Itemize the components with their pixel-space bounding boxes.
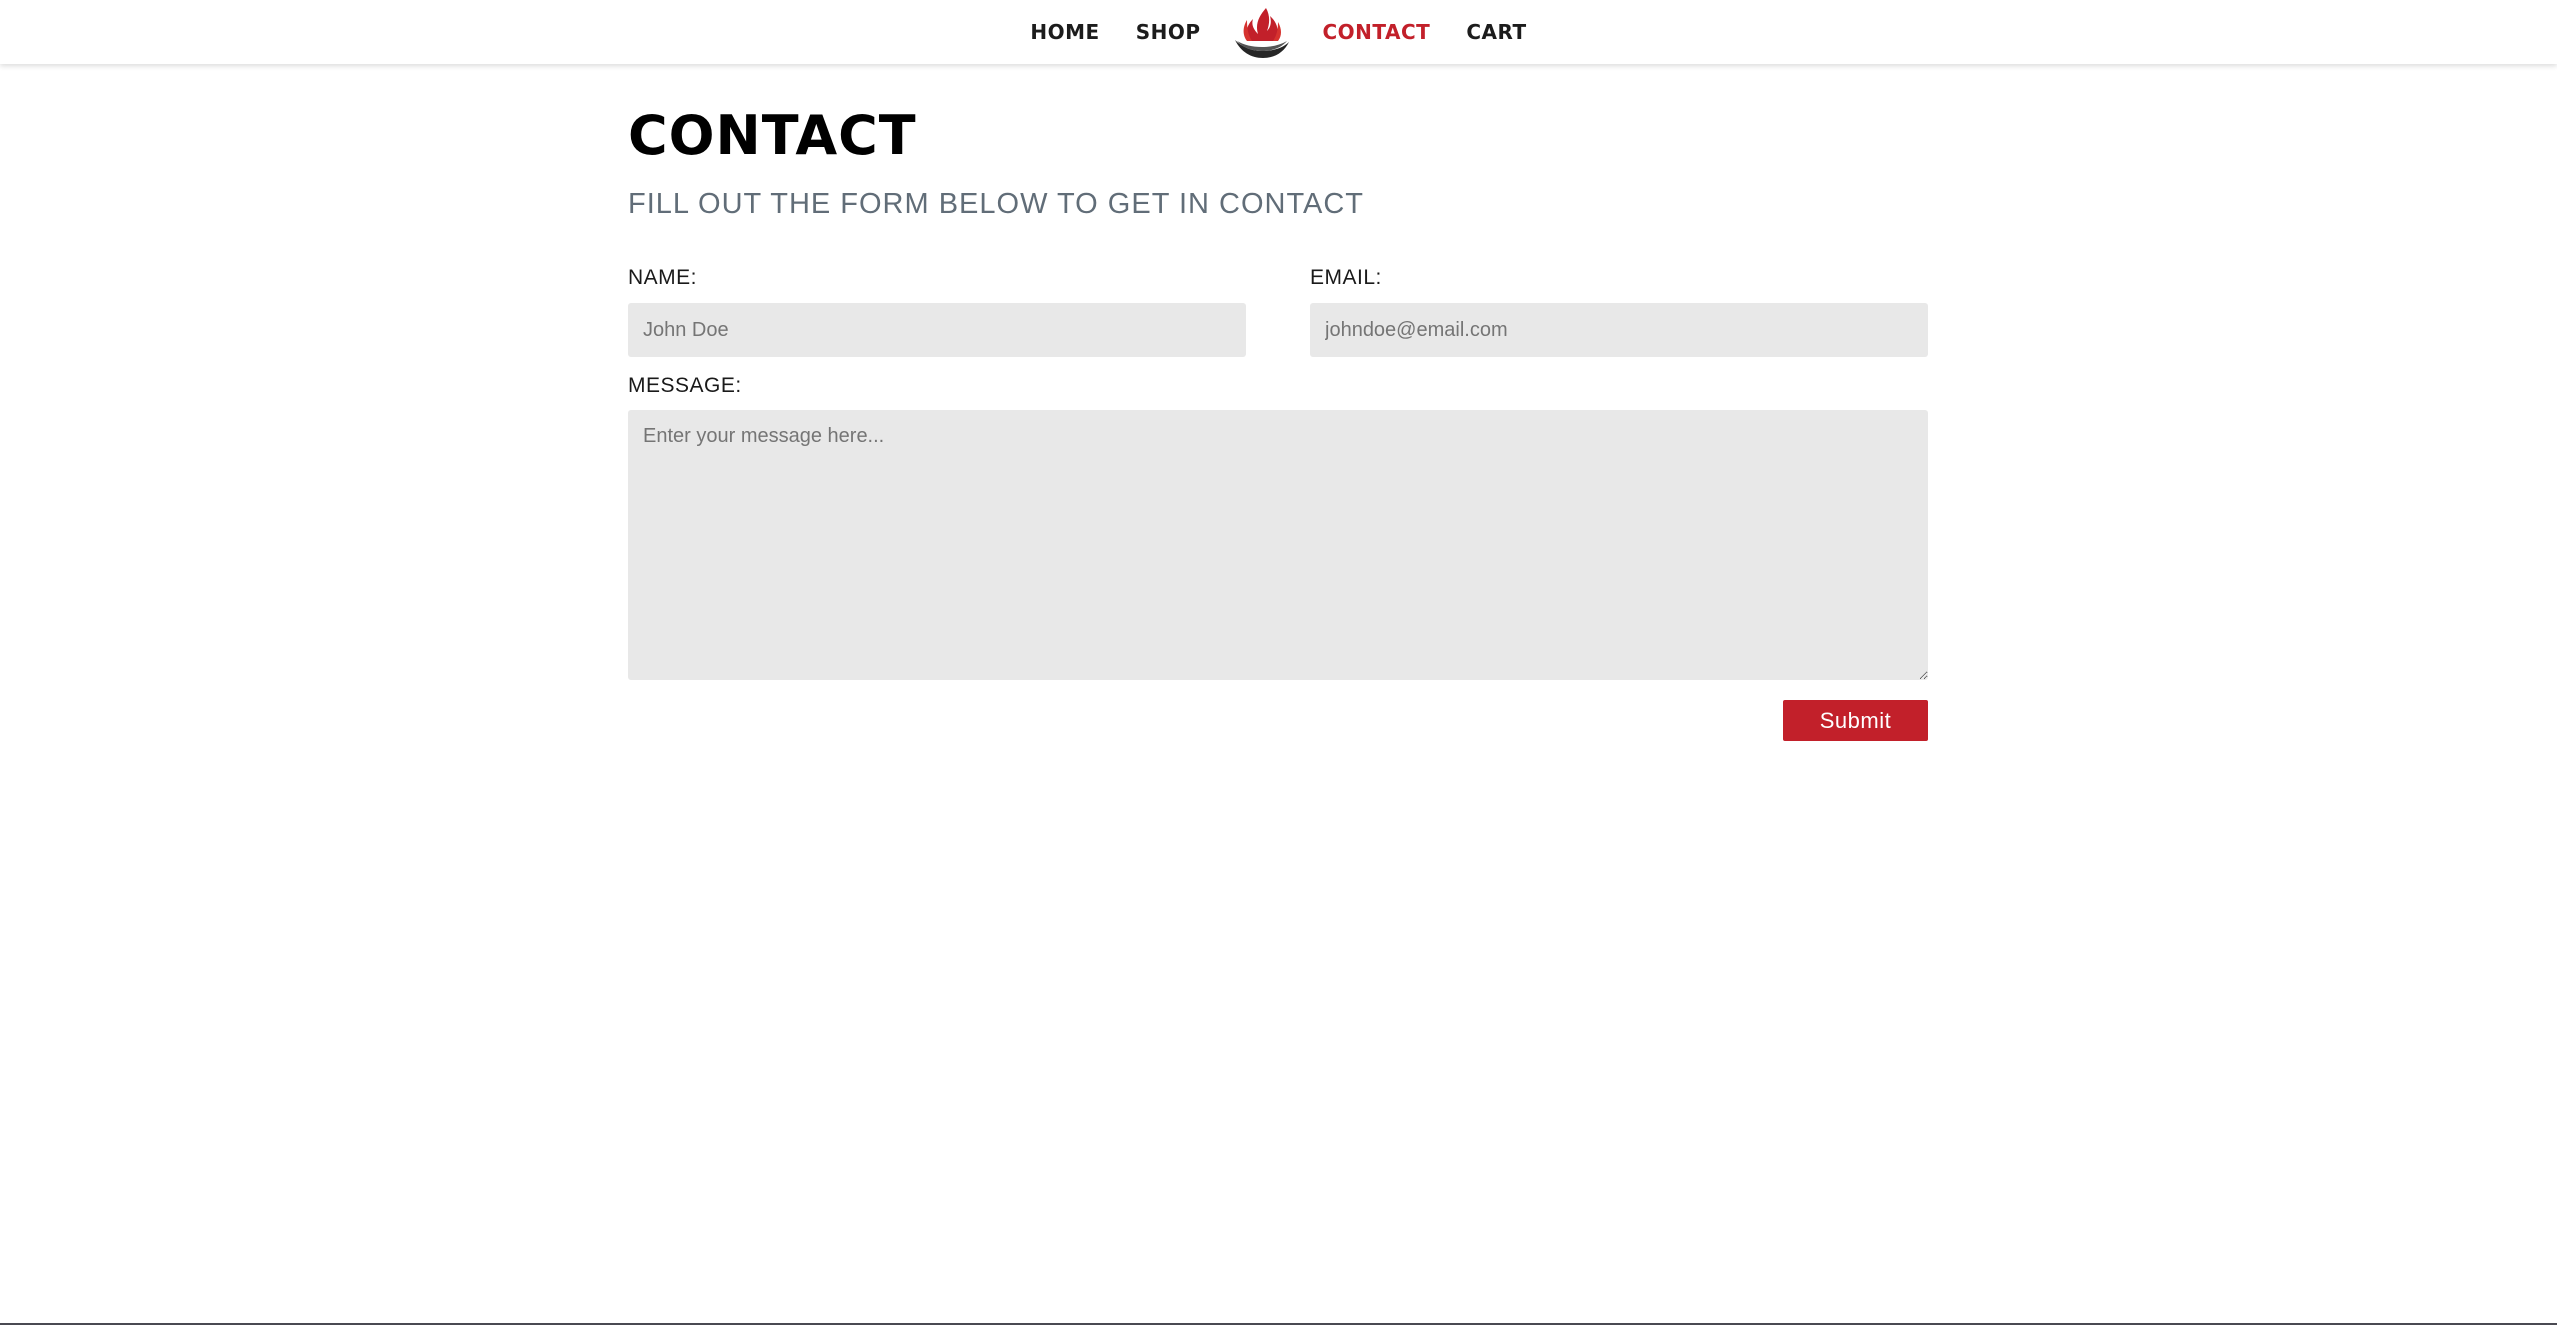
contact-form: NAME: EMAIL: MESSAGE: Submit xyxy=(628,266,1928,741)
name-input[interactable] xyxy=(628,303,1246,357)
nav-shop-link[interactable]: SHOP xyxy=(1136,20,1201,44)
name-field-group: NAME: xyxy=(628,266,1246,357)
nav-cart-link[interactable]: CART xyxy=(1466,20,1526,44)
nav-home-link[interactable]: HOME xyxy=(1030,20,1099,44)
message-label: MESSAGE: xyxy=(628,374,742,397)
email-input[interactable] xyxy=(1310,303,1928,357)
contact-section: CONTACT FILL OUT THE FORM BELOW TO GET I… xyxy=(628,104,1928,741)
name-label: NAME: xyxy=(628,266,698,289)
page-title: CONTACT xyxy=(628,104,917,167)
top-navigation: HOME SHOP CONTACT CART xyxy=(0,0,2557,64)
name-email-row: NAME: EMAIL: xyxy=(628,266,1928,357)
nav-contact-link[interactable]: CONTACT xyxy=(1323,20,1431,44)
flame-bowl-logo-icon[interactable] xyxy=(1233,4,1291,60)
page-subtitle: FILL OUT THE FORM BELOW TO GET IN CONTAC… xyxy=(628,188,1365,220)
email-field-group: EMAIL: xyxy=(1310,266,1928,357)
submit-row: Submit xyxy=(628,700,1928,741)
submit-button[interactable]: Submit xyxy=(1783,700,1928,741)
message-textarea[interactable] xyxy=(628,410,1928,680)
email-label: EMAIL: xyxy=(1310,266,1382,289)
